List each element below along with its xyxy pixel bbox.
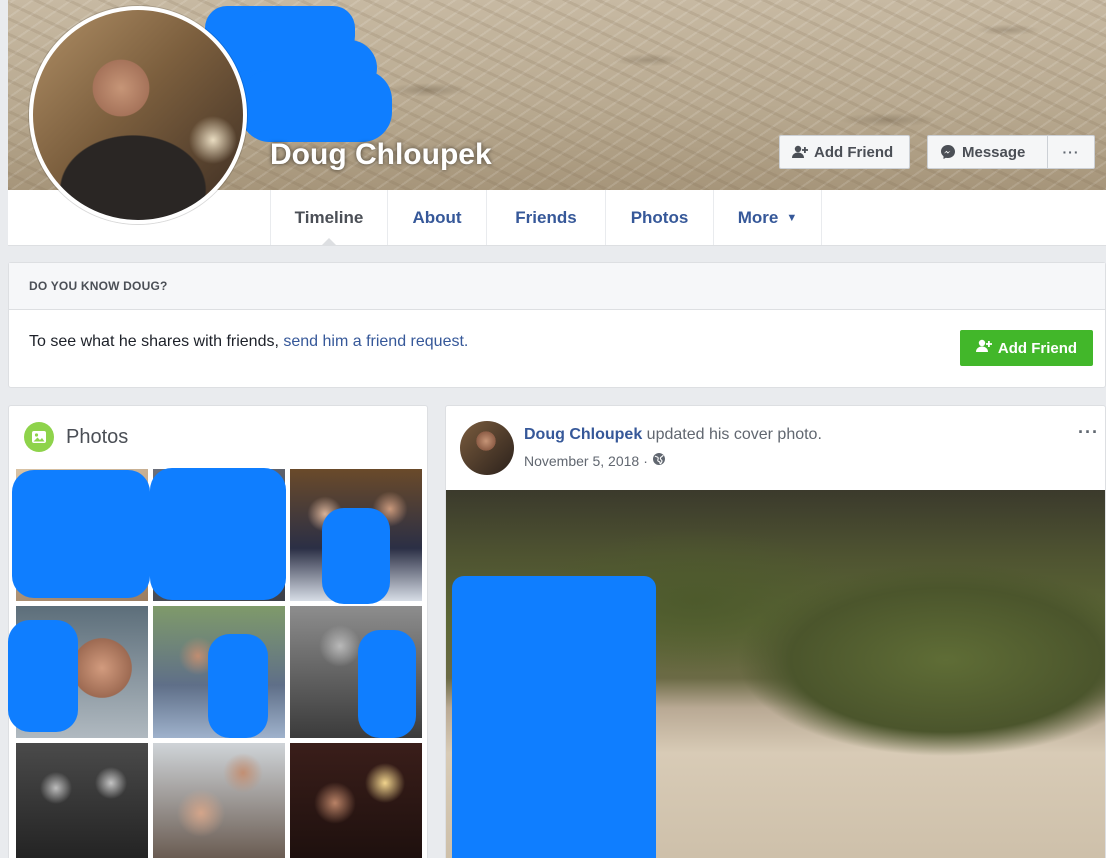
redaction-mark: [322, 508, 390, 604]
photo-thumbnail[interactable]: [16, 743, 148, 858]
photos-card-header[interactable]: Photos: [9, 406, 427, 468]
redaction-mark: [8, 620, 78, 732]
messenger-icon: [940, 144, 956, 160]
profile-picture[interactable]: [29, 6, 247, 224]
post-author-name[interactable]: Doug Chloupek: [524, 426, 642, 443]
add-friend-label: Add Friend: [814, 143, 894, 161]
message-label: Message: [962, 143, 1026, 161]
tab-more[interactable]: More ▼: [713, 190, 822, 245]
message-button[interactable]: Message: [927, 135, 1047, 169]
tab-label: Photos: [630, 207, 689, 227]
more-dots-icon: ···: [1062, 144, 1080, 160]
tab-friends[interactable]: Friends: [486, 190, 605, 245]
globe-icon[interactable]: [652, 452, 666, 469]
redaction-mark: [240, 70, 392, 142]
post-action-text: updated his cover photo.: [642, 426, 822, 443]
photo-thumbnail[interactable]: [153, 743, 285, 858]
add-friend-green-button[interactable]: Add Friend: [960, 330, 1093, 366]
more-options-button[interactable]: ···: [1047, 135, 1095, 169]
redaction-mark: [150, 468, 286, 600]
caret-down-icon: ▼: [786, 211, 798, 224]
post-headline: Doug Chloupek updated his cover photo.: [524, 426, 822, 444]
add-friend-button[interactable]: Add Friend: [779, 135, 910, 169]
post-meta: November 5, 2018 ·: [524, 452, 666, 469]
do-you-know-heading: DO YOU KNOW DOUG?: [9, 263, 1105, 310]
do-you-know-box: DO YOU KNOW DOUG? To see what he shares …: [8, 262, 1106, 388]
photos-icon: [24, 422, 54, 452]
do-you-know-body: To see what he shares with friends, send…: [9, 310, 1105, 388]
friend-request-link[interactable]: send him a friend request.: [283, 333, 468, 350]
photo-thumbnail[interactable]: [290, 743, 422, 858]
add-friend-icon: [975, 339, 992, 357]
tab-timeline[interactable]: Timeline: [270, 190, 387, 246]
tab-label: More: [737, 207, 779, 227]
add-friend-icon: [792, 144, 808, 160]
do-you-know-text: To see what he shares with friends,: [29, 333, 284, 350]
tab-about[interactable]: About: [387, 190, 486, 245]
post-options-button[interactable]: ···: [1078, 422, 1099, 443]
profile-name[interactable]: Doug Chloupek: [270, 138, 492, 172]
post-author-avatar[interactable]: [460, 421, 514, 475]
redaction-mark: [208, 634, 268, 738]
post-date[interactable]: November 5, 2018: [524, 453, 639, 469]
tab-photos[interactable]: Photos: [605, 190, 713, 245]
add-friend-green-label: Add Friend: [997, 339, 1078, 357]
redaction-mark: [452, 576, 656, 858]
tab-label: Timeline: [294, 207, 364, 227]
tab-label: Friends: [515, 207, 577, 227]
redaction-mark: [12, 470, 150, 598]
tab-label: About: [412, 207, 462, 227]
post-separator: ·: [643, 452, 648, 469]
redaction-mark: [358, 630, 416, 738]
photos-card-title: Photos: [66, 425, 129, 448]
